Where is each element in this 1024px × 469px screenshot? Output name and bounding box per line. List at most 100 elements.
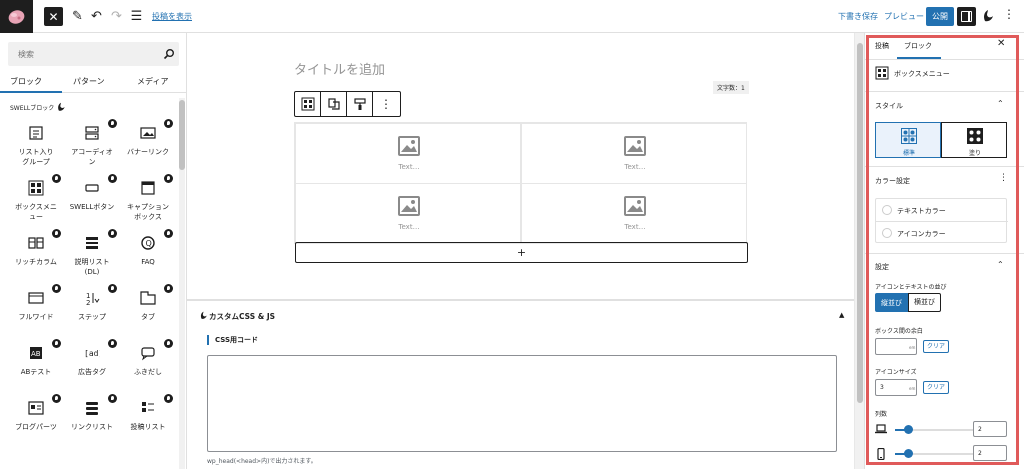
tab-media[interactable]: メディア — [137, 76, 168, 87]
block-item[interactable]: [ad] 広告タグ — [64, 339, 120, 399]
add-item-button[interactable]: + — [295, 242, 748, 263]
block-item[interactable]: 投稿リスト — [120, 394, 176, 454]
block-item-label: SWELLボタン — [69, 203, 115, 211]
publish-button[interactable]: 公開 — [926, 7, 954, 26]
settings-sidebar-icon[interactable] — [957, 7, 976, 26]
banner-link-icon — [140, 127, 156, 139]
box-menu-text[interactable]: Text… — [296, 223, 522, 231]
columns-pc-input[interactable]: 2 — [973, 421, 1007, 437]
search-input[interactable] — [8, 42, 158, 66]
horizontal-align-button[interactable]: 横並び — [908, 293, 941, 312]
preview-link[interactable]: プレビュー — [884, 11, 924, 22]
swell-badge-icon — [52, 284, 61, 293]
swell-icon[interactable] — [981, 9, 995, 23]
divider — [865, 166, 1024, 167]
close-icon[interactable]: ✕ — [997, 38, 1005, 49]
block-item[interactable]: フルワイド — [8, 284, 64, 344]
caret-up-icon[interactable]: ▲ — [839, 311, 844, 319]
transform-icon[interactable] — [321, 92, 347, 116]
svg-text:[ad]: [ad] — [84, 349, 100, 358]
scroll-thumb[interactable] — [179, 100, 185, 170]
swell-badge-icon — [164, 119, 173, 128]
block-item[interactable]: バナーリンク — [120, 119, 176, 179]
block-options-icon[interactable]: ⋮ — [373, 92, 399, 116]
block-item[interactable]: ブログパーツ — [8, 394, 64, 454]
caption-box-icon — [141, 181, 155, 195]
show-post-link[interactable]: 投稿を表示 — [152, 11, 192, 22]
close-icon[interactable]: ✕ — [44, 7, 63, 26]
chevron-up-icon[interactable]: ⌃ — [997, 260, 1004, 269]
box-menu-item[interactable]: Text… — [295, 183, 521, 244]
block-item[interactable]: アコーディオン — [64, 119, 120, 179]
columns-pc-slider[interactable] — [895, 425, 973, 434]
block-item[interactable]: Q FAQ — [120, 229, 176, 289]
save-draft-link[interactable]: 下書き保存 — [838, 11, 878, 22]
css-code-label: CSS用コード — [207, 335, 258, 345]
block-item[interactable]: リッチカラム — [8, 229, 64, 289]
list-view-icon[interactable]: ☰ — [127, 7, 146, 26]
box-menu-item[interactable]: Text… — [295, 123, 521, 184]
divider — [865, 253, 1024, 254]
slider-thumb[interactable] — [904, 425, 913, 434]
columns-mobile-input[interactable]: 2 — [973, 445, 1007, 461]
clear-button[interactable]: クリア — [923, 381, 949, 394]
icon-color-label: アイコンカラー — [897, 230, 946, 238]
settings-section-title[interactable]: 設定 — [875, 262, 889, 272]
style-standard-option[interactable]: 標準 — [875, 122, 941, 158]
text-color-option[interactable]: テキストカラー — [876, 199, 1008, 221]
block-item[interactable]: ボックスメニ ュー — [8, 174, 64, 234]
box-menu-text[interactable]: Text… — [522, 163, 748, 171]
style-brush-icon[interactable] — [347, 92, 373, 116]
clear-button[interactable]: クリア — [923, 340, 949, 353]
color-section-title[interactable]: カラー設定 — [875, 176, 910, 186]
block-item[interactable]: 1 2 ステップ — [64, 284, 120, 344]
tab-patterns[interactable]: パターン — [73, 76, 105, 87]
block-item[interactable]: ふきだし — [120, 339, 176, 399]
css-code-textarea[interactable] — [207, 355, 837, 452]
scroll-thumb[interactable] — [857, 43, 863, 403]
icon-color-option[interactable]: アイコンカラー — [876, 221, 1008, 243]
slider-thumb[interactable] — [904, 449, 913, 458]
text-color-label: テキストカラー — [897, 207, 946, 215]
box-menu-block-icon[interactable] — [295, 92, 321, 116]
block-item[interactable]: リンクリスト — [64, 394, 120, 454]
tab-post[interactable]: 投稿 — [875, 41, 889, 51]
rich-column-icon — [28, 237, 44, 249]
style-filled-option[interactable]: 塗り — [941, 122, 1007, 158]
block-item[interactable]: タブ — [120, 284, 176, 344]
divider — [865, 91, 1024, 92]
tab-blocks[interactable]: ブロック — [10, 76, 42, 87]
box-menu-item[interactable]: Text… — [521, 123, 747, 184]
block-item[interactable]: SWELLボタン — [64, 174, 120, 234]
columns-mobile-slider[interactable] — [895, 449, 973, 458]
block-item[interactable]: 説明リスト (DL) — [64, 229, 120, 289]
block-item-label: ブログパーツ — [15, 423, 57, 431]
redo-icon[interactable]: ↷ — [107, 7, 126, 26]
box-menu-item[interactable]: Text… — [521, 183, 747, 244]
block-item[interactable]: AB ABテスト — [8, 339, 64, 399]
block-item[interactable]: リスト入り グループ — [8, 119, 64, 179]
style-filled-label: 塗り — [968, 150, 981, 157]
style-section-title[interactable]: スタイル — [875, 101, 903, 111]
more-options-icon[interactable]: ⋮ — [999, 173, 1008, 183]
box-menu-block[interactable]: Text… Text… Text… Text… — [294, 122, 747, 244]
box-margin-label: ボックス間の余白 — [875, 328, 923, 335]
custom-css-js-panel-header[interactable]: カスタムCSS & JS ▲ — [187, 301, 854, 329]
top-toolbar: ✕ ✎ ↶ ↷ ☰ 投稿を表示 下書き保存 プレビュー 公開 ⋮ — [0, 0, 1024, 33]
post-title-input[interactable]: タイトルを追加 — [294, 59, 385, 78]
canvas-scrollbar[interactable] — [854, 33, 864, 469]
style-filled-icon — [967, 128, 983, 144]
site-logo[interactable] — [0, 0, 33, 33]
chevron-up-icon[interactable]: ⌃ — [997, 99, 1004, 108]
pen-tool-icon[interactable]: ✎ — [68, 7, 87, 26]
block-item[interactable]: キャプション ボックス — [120, 174, 176, 234]
box-menu-text[interactable]: Text… — [522, 223, 748, 231]
undo-icon[interactable]: ↶ — [87, 7, 106, 26]
vertical-align-button[interactable]: 縦並び — [875, 293, 908, 312]
image-placeholder-icon — [624, 136, 646, 156]
box-menu-text[interactable]: Text… — [296, 163, 522, 171]
more-options-icon[interactable]: ⋮ — [1003, 7, 1015, 21]
swell-badge-icon — [108, 339, 117, 348]
inserter-scrollbar[interactable] — [179, 98, 185, 469]
tab-block[interactable]: ブロック — [904, 41, 932, 51]
